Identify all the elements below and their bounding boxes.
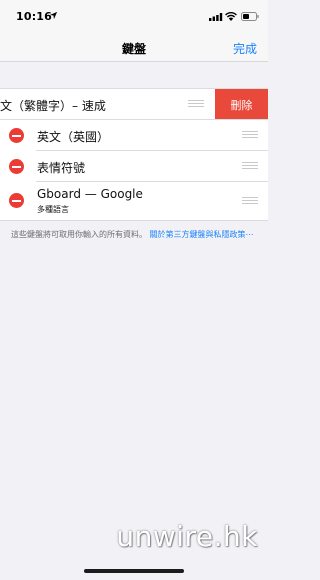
cellular-signal-icon: [209, 13, 223, 21]
keyboard-label: 文（繁體字）– 速成: [0, 99, 106, 113]
keyboard-row-cangjie[interactable]: 文（繁體字）– 速成 刪除: [0, 89, 268, 120]
privacy-link[interactable]: 關於第三方鍵盤與私隱政策⋯: [150, 230, 254, 239]
location-arrow-icon: [49, 11, 58, 20]
remove-minus-icon[interactable]: [9, 193, 24, 208]
remove-minus-icon[interactable]: [9, 159, 24, 174]
done-button[interactable]: 完成: [233, 40, 257, 57]
swiped-row-content: 文（繁體字）– 速成: [0, 89, 215, 120]
reorder-grip-icon[interactable]: [242, 131, 258, 140]
status-bar: 10:16: [0, 0, 268, 32]
battery-icon: [241, 12, 259, 21]
keyboard-row-gboard[interactable]: Gboard — Google 多種語言: [0, 182, 268, 220]
keyboard-list: 文（繁體字）– 速成 刪除 英文（英國） 表情符號 Gboard — Googl…: [0, 88, 268, 221]
keyboard-sublabel: 多種語言: [37, 205, 69, 214]
keyboard-row-english[interactable]: 英文（英國）: [0, 120, 268, 151]
keyboard-label: 英文（英國）: [37, 130, 110, 144]
wifi-icon: [225, 12, 237, 21]
reorder-grip-icon[interactable]: [188, 100, 204, 109]
page-title: 鍵盤: [121, 42, 146, 56]
footer-text: 這些鍵盤將可取用你輸入的所有資料。: [11, 230, 147, 239]
reorder-grip-icon[interactable]: [242, 162, 258, 171]
reorder-grip-icon[interactable]: [242, 197, 258, 206]
footer-note: 這些鍵盤將可取用你輸入的所有資料。 關於第三方鍵盤與私隱政策⋯: [11, 229, 259, 240]
keyboard-row-emoji[interactable]: 表情符號: [0, 151, 268, 182]
home-indicator[interactable]: [84, 569, 184, 573]
keyboard-label: Gboard — Google: [37, 187, 143, 201]
navigation-bar: 鍵盤 完成: [0, 32, 268, 62]
status-time: 10:16: [16, 10, 53, 23]
delete-button[interactable]: 刪除: [215, 89, 268, 120]
watermark-logo: unwire.hk: [116, 520, 258, 553]
remove-minus-icon[interactable]: [9, 128, 24, 143]
keyboard-label: 表情符號: [37, 161, 86, 175]
